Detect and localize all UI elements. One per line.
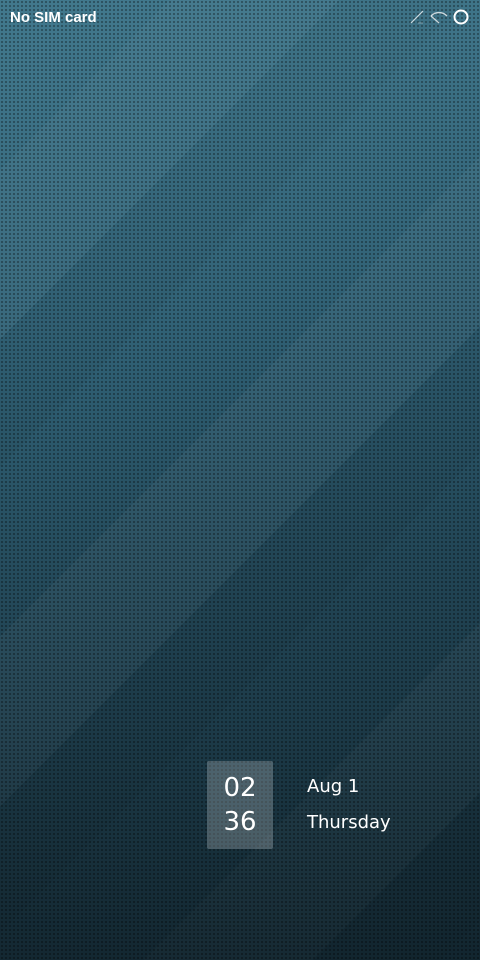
lockscreen-clock: 02 36: [207, 761, 273, 849]
battery-ring-icon: [452, 8, 470, 26]
status-bar: No SIM card: [0, 0, 480, 34]
weekday-label: Thursday: [307, 812, 391, 833]
clock-minute: 36: [223, 807, 257, 837]
wifi-off-icon: [430, 10, 448, 24]
clock-hour: 02: [223, 773, 257, 803]
signal-off-icon: [410, 10, 426, 24]
lockscreen-date: Aug 1 Thursday: [307, 773, 391, 837]
status-icons: [410, 8, 470, 26]
carrier-label: No SIM card: [10, 8, 97, 26]
date-label: Aug 1: [307, 776, 360, 797]
